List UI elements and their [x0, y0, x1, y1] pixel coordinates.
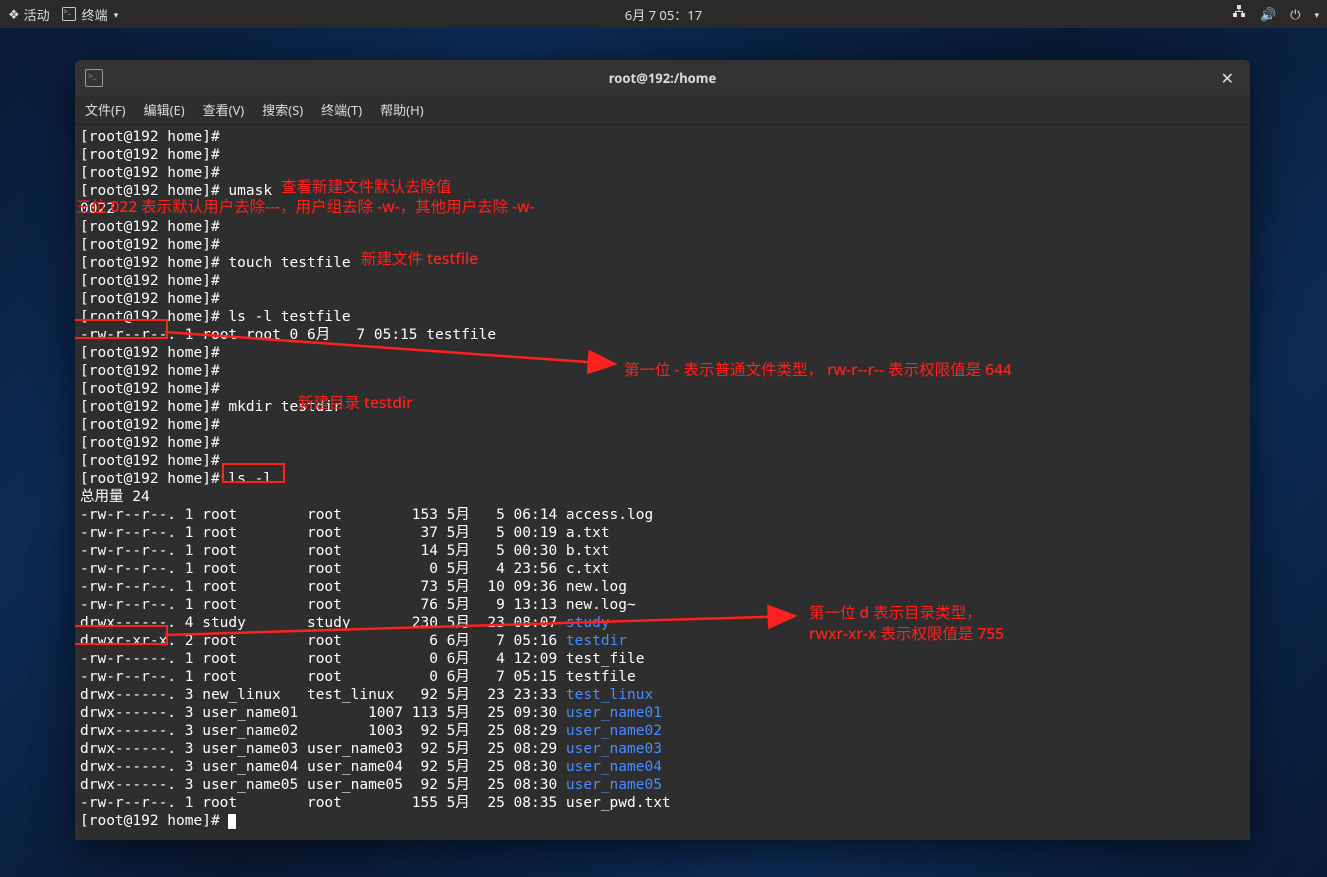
activities-label: 活动	[24, 5, 50, 24]
menu-search[interactable]: 搜索(S)	[262, 100, 303, 119]
app-menu[interactable]: 终端 ▾	[62, 5, 119, 24]
clock[interactable]: 6月 7 05：17	[625, 5, 702, 24]
menu-file[interactable]: 文件(F)	[85, 100, 126, 119]
activities-icon: ❖	[8, 5, 20, 23]
app-name: 终端	[82, 5, 108, 24]
activities-button[interactable]: ❖ 活动	[8, 5, 50, 24]
cursor	[228, 814, 236, 829]
gnome-topbar: ❖ 活动 终端 ▾ 6月 7 05：17 🔊 ⏻ ▾	[0, 0, 1327, 28]
window-title: root@192:/home	[609, 69, 716, 87]
menu-view[interactable]: 查看(V)	[203, 100, 245, 119]
annotation: 新建文件 testfile	[361, 249, 478, 267]
annotation: 后三位 022 表示默认用户去除---，用户组去除 -w-，其他用户去除 -w-	[75, 197, 535, 215]
window-titlebar[interactable]: root@192:/home ✕	[75, 60, 1250, 95]
menu-terminal[interactable]: 终端(T)	[321, 100, 362, 119]
annotation: 第一位 d 表示目录类型，	[809, 603, 982, 621]
menu-help[interactable]: 帮助(H)	[380, 100, 423, 119]
menubar: 文件(F) 编辑(E) 查看(V) 搜索(S) 终端(T) 帮助(H)	[75, 95, 1250, 125]
network-icon[interactable]	[1232, 5, 1246, 23]
annotation: 查看新建文件默认去除值	[281, 177, 452, 195]
terminal-output[interactable]: [root@192 home]# [root@192 home]# [root@…	[75, 125, 1250, 840]
terminal-window: root@192:/home ✕ 文件(F) 编辑(E) 查看(V) 搜索(S)…	[75, 60, 1250, 840]
menu-edit[interactable]: 编辑(E)	[144, 100, 185, 119]
annotation: 第一位 - 表示普通文件类型， rw-r--r-- 表示权限值是 644	[624, 360, 1012, 378]
chevron-down-icon: ▾	[114, 8, 119, 21]
chevron-down-icon: ▾	[1314, 8, 1319, 21]
terminal-icon	[85, 69, 103, 87]
close-button[interactable]: ✕	[1215, 65, 1240, 91]
power-icon[interactable]: ⏻	[1290, 5, 1300, 23]
volume-icon[interactable]: 🔊	[1260, 5, 1276, 23]
terminal-icon	[62, 7, 76, 21]
annotation: rwxr-xr-x 表示权限值是 755	[809, 624, 1004, 642]
